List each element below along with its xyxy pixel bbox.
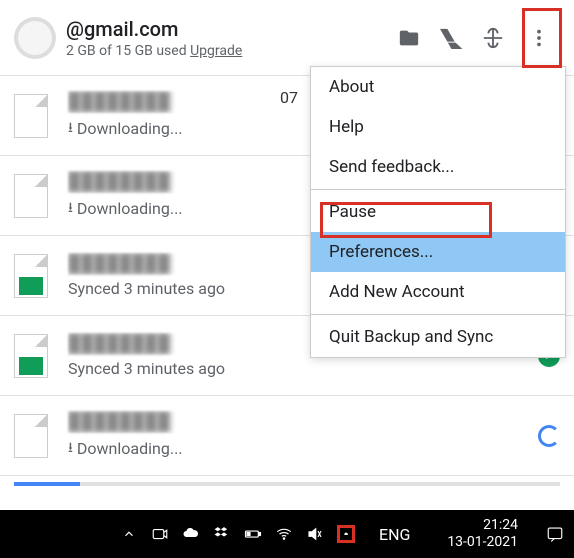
dropbox-icon[interactable] bbox=[213, 525, 231, 543]
download-icon: ⭳ bbox=[68, 117, 73, 141]
menu-item-quit[interactable]: Quit Backup and Sync bbox=[311, 317, 565, 357]
file-trailing-text: 07 bbox=[280, 88, 298, 107]
progress-fill bbox=[14, 482, 80, 486]
header: @gmail.com 2 GB of 15 GB used Upgrade bbox=[0, 0, 574, 76]
menu-item-feedback[interactable]: Send feedback... bbox=[311, 147, 565, 187]
notification-icon[interactable] bbox=[546, 525, 564, 543]
chevron-up-icon[interactable] bbox=[120, 525, 138, 543]
progress-bar bbox=[14, 482, 560, 486]
taskbar-clock[interactable]: 21:24 13-01-2021 bbox=[447, 517, 518, 551]
document-icon bbox=[14, 94, 48, 138]
tray-icons bbox=[120, 525, 355, 543]
backup-sync-tray-icon[interactable] bbox=[337, 525, 355, 543]
download-icon: ⭳ bbox=[68, 197, 73, 221]
wifi-icon[interactable] bbox=[275, 525, 293, 543]
camera-icon[interactable] bbox=[151, 525, 169, 543]
onedrive-icon[interactable] bbox=[182, 525, 200, 543]
file-status: ⭳Downloading... bbox=[68, 437, 560, 461]
popup-menu: About Help Send feedback... Pause Prefer… bbox=[310, 66, 566, 358]
volume-icon[interactable] bbox=[306, 525, 324, 543]
document-icon bbox=[14, 414, 48, 458]
spinner-icon bbox=[538, 425, 560, 447]
document-icon bbox=[14, 174, 48, 218]
menu-item-pause[interactable]: Pause bbox=[311, 192, 565, 232]
account-info: @gmail.com 2 GB of 15 GB used Upgrade bbox=[66, 17, 398, 59]
storage-text: 2 GB of 15 GB used bbox=[66, 43, 187, 59]
spreadsheet-icon bbox=[14, 254, 48, 298]
taskbar: ENG 21:24 13-01-2021 bbox=[0, 510, 574, 558]
folder-drive-icon[interactable] bbox=[398, 27, 420, 49]
menu-item-preferences[interactable]: Preferences... bbox=[311, 232, 565, 272]
taskbar-language[interactable]: ENG bbox=[379, 525, 410, 544]
account-email: @gmail.com bbox=[66, 17, 398, 41]
menu-item-add-account[interactable]: Add New Account bbox=[311, 272, 565, 312]
menu-item-help[interactable]: Help bbox=[311, 107, 565, 147]
taskbar-date: 13-01-2021 bbox=[447, 534, 518, 551]
header-icons bbox=[398, 13, 554, 63]
menu-separator bbox=[311, 189, 565, 190]
menu-item-about[interactable]: About bbox=[311, 67, 565, 107]
spreadsheet-icon bbox=[14, 334, 48, 378]
battery-icon[interactable] bbox=[244, 525, 262, 543]
menu-separator bbox=[311, 314, 565, 315]
upgrade-link[interactable]: Upgrade bbox=[190, 43, 242, 59]
more-button[interactable] bbox=[524, 13, 554, 63]
syncing-badge bbox=[538, 425, 560, 447]
progress-area bbox=[0, 482, 574, 496]
file-name: ████████ bbox=[68, 411, 560, 433]
avatar[interactable] bbox=[14, 17, 56, 59]
taskbar-time: 21:24 bbox=[447, 517, 518, 534]
file-status: Synced 3 minutes ago bbox=[68, 359, 560, 378]
photos-icon[interactable] bbox=[482, 27, 504, 49]
download-icon: ⭳ bbox=[68, 437, 73, 461]
drive-icon[interactable] bbox=[440, 27, 462, 49]
file-item[interactable]: ████████ ⭳Downloading... bbox=[0, 396, 574, 476]
account-storage: 2 GB of 15 GB used Upgrade bbox=[66, 43, 398, 59]
